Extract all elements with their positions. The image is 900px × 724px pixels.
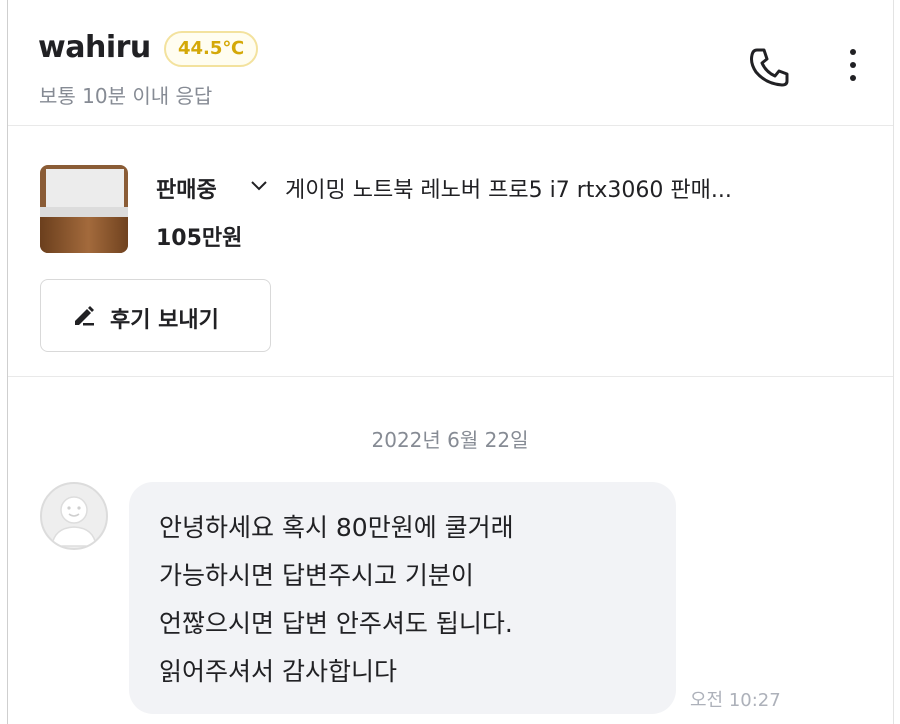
- message-bubble[interactable]: 안녕하세요 혹시 80만원에 쿨거래 가능하시면 답변주시고 기분이 언짢으시면…: [129, 482, 676, 714]
- thumbnail-laptop-edge: [40, 207, 128, 217]
- pencil-icon: [75, 306, 94, 326]
- call-button[interactable]: [744, 42, 792, 90]
- chevron-down-icon[interactable]: [250, 179, 268, 193]
- chat-date-divider: 2022년 6월 22일: [371, 428, 529, 452]
- message-line: 안녕하세요 혹시 80만원에 쿨거래: [159, 513, 514, 542]
- thumbnail-wood-surface: [40, 217, 128, 253]
- product-thumbnail[interactable]: [40, 165, 128, 253]
- message-line: 가능하시면 답변주시고 기분이: [159, 561, 474, 590]
- send-review-label: 후기 보내기: [110, 308, 219, 333]
- more-options-button[interactable]: [843, 44, 863, 88]
- default-profile-icon: [51, 496, 97, 547]
- more-vertical-icon: [850, 49, 856, 81]
- message-line: 읽어주셔서 감사합니다: [159, 657, 397, 686]
- phone-icon: [750, 48, 789, 87]
- product-title[interactable]: 게이밍 노트북 레노버 프로5 i7 rtx3060 판매...: [285, 172, 732, 204]
- avatar[interactable]: [40, 482, 108, 550]
- frame-border-right: [893, 0, 894, 724]
- send-review-button[interactable]: 후기 보내기: [40, 279, 271, 352]
- seller-username[interactable]: wahiru: [38, 30, 151, 65]
- thumbnail-laptop-screen: [46, 169, 124, 207]
- product-price: 105만원: [156, 226, 243, 251]
- product-info-section: 판매중 게이밍 노트북 레노버 프로5 i7 rtx3060 판매... 105…: [8, 127, 893, 377]
- sale-status-dropdown[interactable]: 판매중: [156, 172, 217, 204]
- response-time-text: 보통 10분 이내 응답: [39, 84, 213, 108]
- chat-header: wahiru 44.5℃ 보통 10분 이내 응답: [8, 0, 893, 126]
- manner-temperature-badge[interactable]: 44.5℃: [164, 31, 259, 67]
- message-line: 언짢으시면 답변 안주셔도 됩니다.: [159, 609, 513, 638]
- message-timestamp: 오전 10:27: [690, 690, 781, 711]
